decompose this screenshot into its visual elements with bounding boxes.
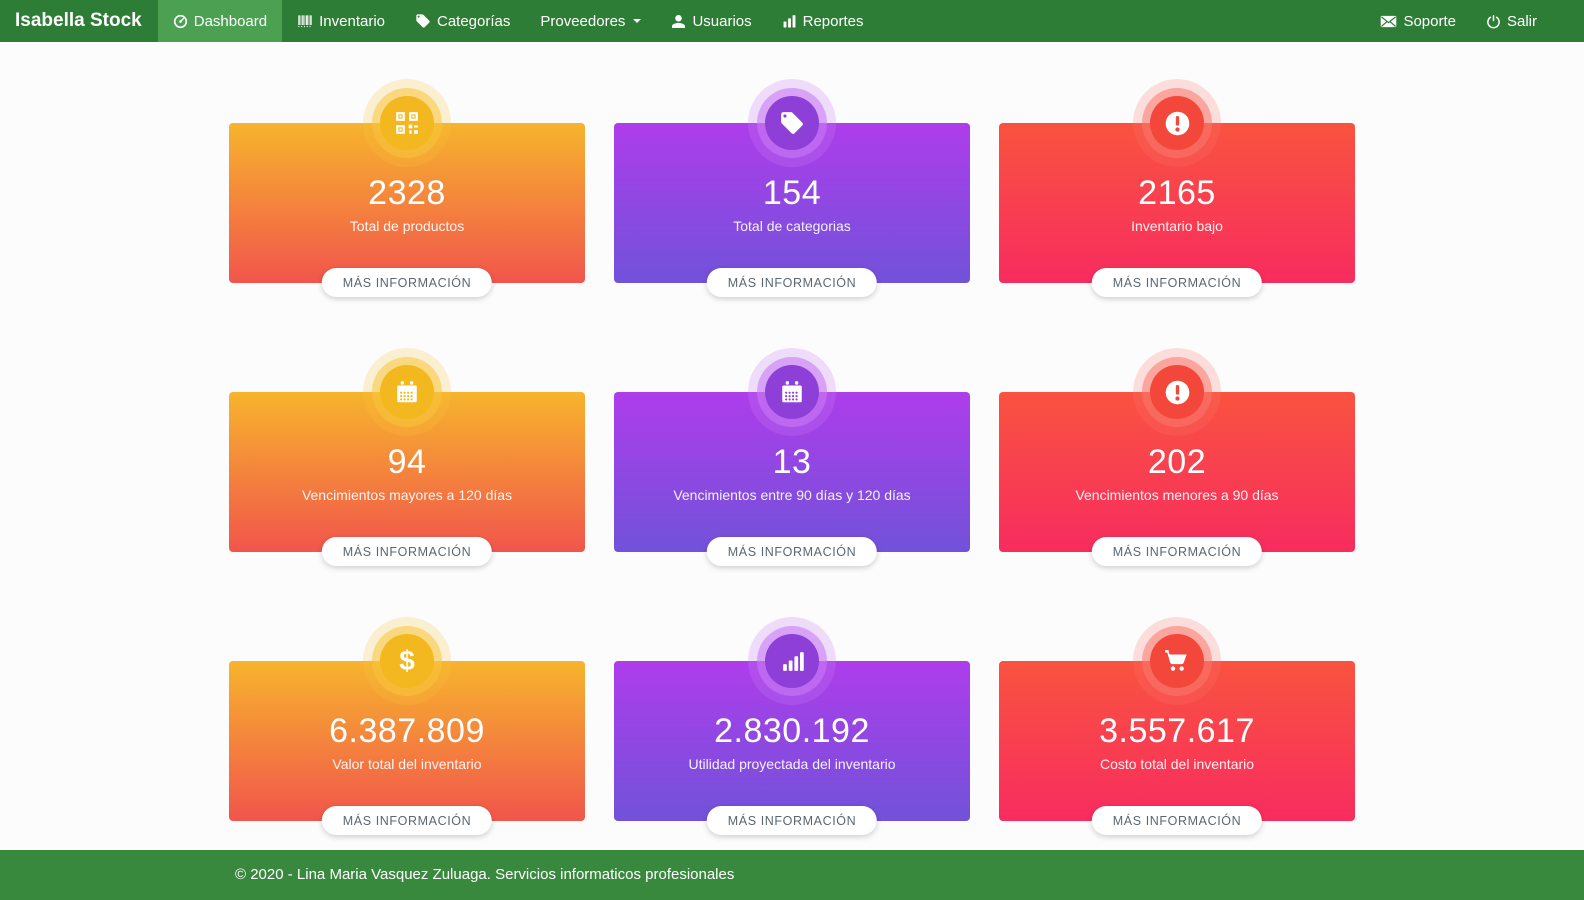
more-info-button[interactable]: MÁS INFORMACIÓN (707, 806, 877, 835)
nav-item-label: Proveedores (540, 13, 625, 30)
nav-item-label: Salir (1507, 13, 1537, 30)
nav-item-label: Dashboard (194, 13, 267, 30)
nav-menu-right: Soporte Salir (1365, 0, 1584, 42)
more-info-button[interactable]: MÁS INFORMACIÓN (1092, 268, 1262, 297)
more-info-button[interactable]: MÁS INFORMACIÓN (322, 537, 492, 566)
nav-item-label: Categorías (437, 13, 510, 30)
stat-card-utilidad-proyectada: 2.830.192 Utilidad proyectada del invent… (614, 661, 970, 821)
brand[interactable]: Isabella Stock (0, 0, 158, 42)
more-info-button[interactable]: MÁS INFORMACIÓN (322, 268, 492, 297)
exclamation-circle-icon (1150, 96, 1204, 150)
stat-card-vencimientos-90-120: 13 Vencimientos entre 90 días y 120 días… (614, 392, 970, 552)
more-info-button[interactable]: MÁS INFORMACIÓN (1092, 537, 1262, 566)
bar-chart-icon (765, 634, 819, 688)
nav-item-inventario[interactable]: Inventario (282, 0, 400, 42)
stat-label: Total de productos (229, 218, 585, 234)
nav-item-salir[interactable]: Salir (1471, 0, 1552, 42)
nav-item-label: Inventario (319, 13, 385, 30)
stat-label: Valor total del inventario (229, 756, 585, 772)
stat-card-costo-inventario: 3.557.617 Costo total del inventario MÁS… (999, 661, 1355, 821)
tag-icon (415, 13, 431, 29)
stat-card-inventario-bajo: 2165 Inventario bajo MÁS INFORMACIÓN (999, 123, 1355, 283)
nav-item-soporte[interactable]: Soporte (1365, 0, 1471, 42)
tag-icon (765, 96, 819, 150)
more-info-button[interactable]: MÁS INFORMACIÓN (707, 268, 877, 297)
stat-card-vencimientos-90: 202 Vencimientos menores a 90 días MÁS I… (999, 392, 1355, 552)
stat-label: Utilidad proyectada del inventario (614, 756, 970, 772)
bar-chart-icon (782, 14, 797, 29)
nav-item-usuarios[interactable]: Usuarios (656, 0, 766, 42)
power-icon (1486, 14, 1501, 29)
more-info-button[interactable]: MÁS INFORMACIÓN (707, 537, 877, 566)
nav-item-reportes[interactable]: Reportes (767, 0, 879, 42)
user-icon (671, 14, 686, 29)
dashboard-content: 2328 Total de productos MÁS INFORMACIÓN … (0, 42, 1584, 850)
exclamation-circle-icon (1150, 365, 1204, 419)
envelope-icon (1380, 13, 1397, 30)
stat-card-vencimientos-120: 94 Vencimientos mayores a 120 días MÁS I… (229, 392, 585, 552)
footer: © 2020 - Lina Maria Vasquez Zuluaga. Ser… (0, 850, 1584, 900)
more-info-button[interactable]: MÁS INFORMACIÓN (1092, 806, 1262, 835)
nav-item-proveedores[interactable]: Proveedores (525, 0, 656, 42)
more-info-button[interactable]: MÁS INFORMACIÓN (322, 806, 492, 835)
nav-item-label: Soporte (1403, 13, 1456, 30)
stat-card-total-categorias: 154 Total de categorias MÁS INFORMACIÓN (614, 123, 970, 283)
dollar-icon: $ (380, 634, 434, 688)
stat-label: Inventario bajo (999, 218, 1355, 234)
navbar: Isabella Stock Dashboard Inventario Cate… (0, 0, 1584, 42)
footer-inner: © 2020 - Lina Maria Vasquez Zuluaga. Ser… (229, 866, 1355, 884)
calendar-icon (765, 365, 819, 419)
caret-down-icon (633, 19, 641, 23)
qrcode-icon (380, 96, 434, 150)
nav-item-label: Usuarios (692, 13, 751, 30)
stat-label: Costo total del inventario (999, 756, 1355, 772)
stat-label: Vencimientos entre 90 días y 120 días (614, 487, 970, 503)
stat-label: Vencimientos menores a 90 días (999, 487, 1355, 503)
stat-cards-grid: 2328 Total de productos MÁS INFORMACIÓN … (229, 42, 1355, 821)
nav-item-label: Reportes (803, 13, 864, 30)
nav-item-categorias[interactable]: Categorías (400, 0, 525, 42)
footer-copyright: © 2020 - Lina Maria Vasquez Zuluaga. Ser… (235, 866, 734, 883)
stat-card-total-productos: 2328 Total de productos MÁS INFORMACIÓN (229, 123, 585, 283)
nav-item-dashboard[interactable]: Dashboard (158, 0, 282, 42)
barcode-icon (297, 13, 313, 29)
calendar-icon (380, 365, 434, 419)
nav-menu: Dashboard Inventario Categorías Proveedo… (158, 0, 879, 42)
stat-card-valor-inventario: $ 6.387.809 Valor total del inventario M… (229, 661, 585, 821)
cart-icon (1150, 634, 1204, 688)
stat-label: Total de categorias (614, 218, 970, 234)
stat-label: Vencimientos mayores a 120 días (229, 487, 585, 503)
gauge-icon (173, 14, 188, 29)
